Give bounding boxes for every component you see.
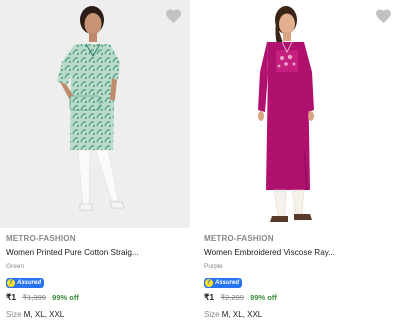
model-purple-kurta-illustration: [258, 6, 314, 222]
assured-badge: f Assured: [204, 278, 243, 288]
assured-badge: f Assured: [6, 278, 45, 288]
product-image[interactable]: [0, 0, 190, 228]
product-title[interactable]: Women Printed Pure Cotton Straig...: [6, 247, 188, 258]
product-card[interactable]: METRO-FASHION Women Embroidered Viscose …: [198, 0, 400, 320]
product-card[interactable]: METRO-FASHION Women Printed Pure Cotton …: [0, 0, 190, 320]
discount-label: 99% off: [250, 293, 277, 302]
model-green-kurta-illustration: [57, 6, 125, 211]
size-row: Size M, XL, XXL: [204, 309, 398, 320]
heart-icon[interactable]: [165, 8, 182, 24]
product-color: Purple: [204, 263, 223, 270]
product-image[interactable]: [198, 0, 400, 228]
heart-icon[interactable]: [375, 8, 392, 24]
original-price: ₹2,299: [220, 293, 244, 302]
selling-price: ₹1: [204, 292, 215, 302]
original-price: ₹1,399: [22, 293, 46, 302]
price-row: ₹1 ₹1,399 99% off: [6, 292, 188, 303]
assured-icon: f: [205, 279, 213, 287]
selling-price: ₹1: [6, 292, 17, 302]
product-brand: METRO-FASHION: [204, 234, 274, 243]
assured-icon: f: [7, 279, 15, 287]
product-title[interactable]: Women Embroidered Viscose Ray...: [204, 247, 398, 258]
assured-label: Assured: [17, 280, 42, 286]
product-color: Green: [6, 263, 25, 270]
product-brand: METRO-FASHION: [6, 234, 76, 243]
size-row: Size M, XL, XXL: [6, 309, 188, 320]
assured-label: Assured: [215, 280, 240, 286]
discount-label: 99% off: [52, 293, 79, 302]
price-row: ₹1 ₹2,299 99% off: [204, 292, 398, 303]
